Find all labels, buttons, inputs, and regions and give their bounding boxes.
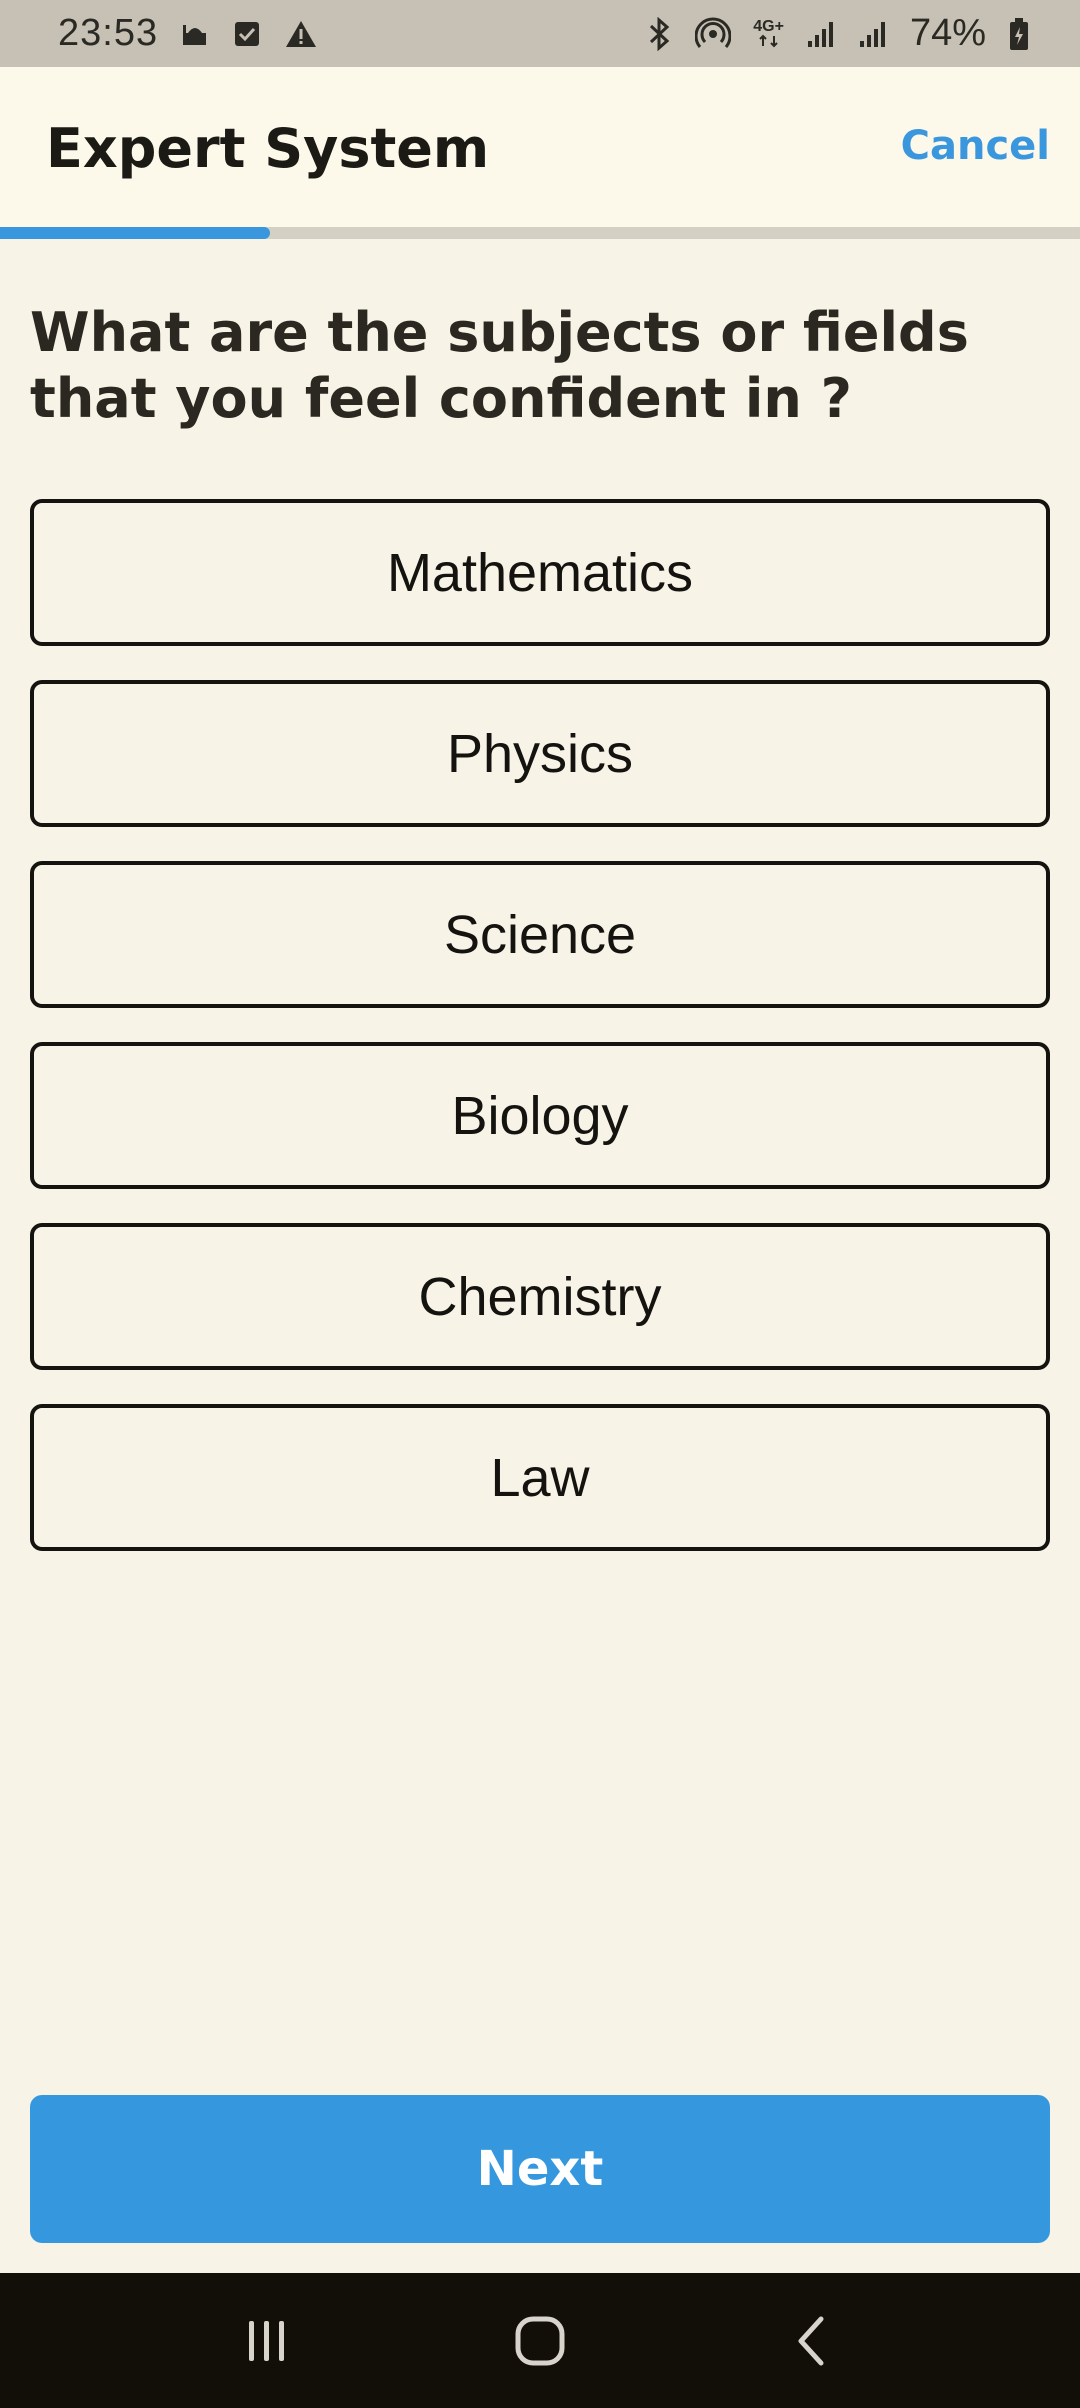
status-right: 4G+ 74% xyxy=(645,12,1030,55)
page-title: Expert System xyxy=(46,117,490,180)
option-chemistry[interactable]: Chemistry xyxy=(30,1223,1050,1370)
signal-icon xyxy=(858,19,888,49)
checkbox-icon xyxy=(232,19,262,49)
mosque-icon xyxy=(180,19,210,49)
next-button[interactable]: Next xyxy=(30,2095,1050,2243)
network-4g-icon: 4G+ xyxy=(753,17,784,48)
cancel-button[interactable]: Cancel xyxy=(901,123,1050,169)
option-mathematics[interactable]: Mathematics xyxy=(30,499,1050,646)
battery-icon xyxy=(1008,17,1030,51)
option-law[interactable]: Law xyxy=(30,1404,1050,1551)
hotspot-icon xyxy=(695,16,732,52)
question-text: What are the subjects or fields that you… xyxy=(30,301,969,430)
progress-bar xyxy=(0,227,1080,239)
app-header: Expert System Cancel xyxy=(0,67,1080,227)
navigation-bar xyxy=(0,2273,1080,2408)
recent-apps-icon[interactable] xyxy=(217,2291,317,2391)
progress-fill xyxy=(0,227,270,239)
battery-percentage: 74% xyxy=(909,12,986,54)
option-physics[interactable]: Physics xyxy=(30,680,1050,827)
status-time: 23:53 xyxy=(58,12,159,54)
option-science[interactable]: Science xyxy=(30,861,1050,1008)
option-biology[interactable]: Biology xyxy=(30,1042,1050,1189)
signal-icon xyxy=(806,19,836,49)
status-bar: 23:53 4G+ 74% xyxy=(0,0,1080,67)
warning-icon xyxy=(284,19,318,49)
network-label: 4G+ xyxy=(753,17,784,35)
status-left: 23:53 xyxy=(58,12,318,55)
options-list: Mathematics Physics Science Biology Chem… xyxy=(30,499,1050,1585)
back-icon[interactable] xyxy=(763,2291,863,2391)
home-icon[interactable] xyxy=(490,2291,590,2391)
bluetooth-icon xyxy=(645,16,673,51)
